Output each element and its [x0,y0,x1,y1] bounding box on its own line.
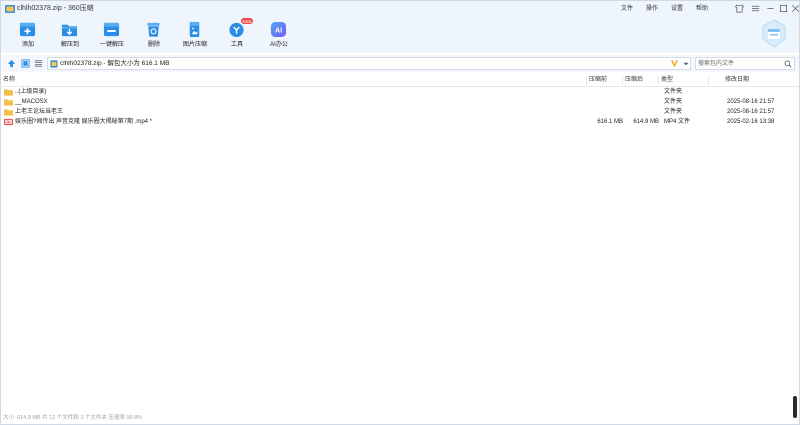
window-title: clhlh02378.zip - 360压缩 [17,5,94,12]
folder-icon [4,109,13,116]
maximize-icon[interactable] [779,4,788,13]
toolbar: 添加 解压到 一键解压 删除 图片压缩 New 工具 AI AI办公 [1,17,799,53]
up-arrow-icon[interactable] [7,59,16,68]
resize-handle[interactable] [793,396,797,418]
file-row-video[interactable]: 娱乐圈?闻传出 声音克隆 娱乐圈大揭秘第7期 .mp4 * 616.1 MB 6… [1,117,799,127]
archive-path-field[interactable]: clhlh02378.zip - 解包大小为 616.1 MB [47,57,691,70]
add-label: 添加 [21,42,34,48]
image-compress-button[interactable]: 图片压缩 [173,19,217,51]
detail-view-icon[interactable] [34,59,43,68]
close-icon[interactable] [791,4,800,13]
image-compress-icon [189,21,200,38]
menu-lines-icon[interactable] [751,4,760,13]
minimize-icon[interactable] [766,4,775,13]
one-click-extract-icon [103,22,120,37]
ai-office-button[interactable]: AI AI办公 [257,19,301,51]
file-type: 文件夹 [664,109,683,115]
file-row-parent[interactable]: ..(上级目录) 文件夹 [1,87,799,97]
file-name: 娱乐圈?闻传出 声音克隆 娱乐圈大揭秘第7期 .mp4 * [15,119,153,125]
column-name[interactable]: 名称 [3,76,15,85]
column-modified[interactable]: 修改日期 [725,76,749,85]
file-list-header: 名称 压缩前 压缩后 类型 修改日期 [1,75,799,87]
tools-button[interactable]: New 工具 [215,18,259,51]
column-divider [622,76,623,85]
column-size-before[interactable]: 压缩前 [589,76,607,85]
file-date: 2025-02-16 13:38 [727,119,775,125]
extract-to-label: 解压到 [60,42,79,48]
file-type: 文件夹 [664,89,683,95]
skin-icon[interactable] [735,4,744,13]
menu-file[interactable]: 文件 [621,4,633,14]
file-name: __MACOSX [15,99,48,105]
folder-icon [4,89,13,96]
360-compress-logo-icon [762,19,786,48]
one-click-extract-button[interactable]: 一键解压 [90,19,134,51]
extract-to-icon [61,24,78,37]
address-bar: clhlh02378.zip - 解包大小为 616.1 MB [1,55,799,72]
status-text: 大小: 614.9 MB 共 12 个文件和 3 个文件夹 压缩率 99.8% [3,415,143,421]
delete-button[interactable]: 删除 [132,19,176,51]
search-input[interactable] [697,58,783,69]
file-size-after: 614.9 MB [633,119,659,125]
title-bar: clhlh02378.zip - 360压缩 文件 操作 设置 帮助 [1,1,799,17]
file-date: 2025-08-16 21:57 [727,99,775,105]
chevron-down-icon[interactable] [682,60,690,68]
menu-settings[interactable]: 设置 [671,4,683,14]
file-type: MP4 文件 [664,119,691,125]
file-row-folder[interactable]: 上老王论坛当老王 文件夹 2025-08-16 21:57 [1,107,799,117]
menu-operation[interactable]: 操作 [646,4,658,14]
trash-icon [147,22,160,37]
one-click-extract-label: 一键解压 [99,42,124,48]
search-icon[interactable] [784,60,792,68]
archive-icon [50,60,58,68]
ai-office-icon: AI [270,21,287,38]
list-view-icon[interactable] [21,59,30,68]
new-badge: New [241,18,254,24]
tools-label: 工具 [230,42,243,48]
column-divider [708,76,709,85]
video-file-icon [4,118,13,126]
ai-office-label: AI办公 [270,42,288,48]
app-logo-icon [5,5,15,13]
archive-path: clhlh02378.zip - 解包大小为 616.1 MB [60,60,170,67]
svg-text:AI: AI [275,27,282,35]
column-type[interactable]: 类型 [661,76,673,85]
column-size-after[interactable]: 压缩后 [625,76,643,85]
menu-help[interactable]: 帮助 [696,4,708,14]
status-bar: 大小: 614.9 MB 共 12 个文件和 3 个文件夹 压缩率 99.8% [1,413,799,424]
file-type: 文件夹 [664,99,683,105]
extract-to-button[interactable]: 解压到 [48,19,92,51]
delete-label: 删除 [147,42,160,48]
file-size-before: 616.1 MB [597,119,623,125]
file-row-macosx[interactable]: __MACOSX 文件夹 2025-08-16 21:57 [1,97,799,107]
vip-v-icon[interactable] [670,59,679,68]
add-button[interactable]: 添加 [6,19,50,51]
column-divider [586,76,587,85]
add-icon [19,22,36,37]
column-divider [658,76,659,85]
search-box[interactable] [695,57,795,70]
image-compress-label: 图片压缩 [182,42,207,48]
file-name: ..(上级目录) [15,89,47,95]
file-date: 2025-08-16 21:57 [727,109,775,115]
folder-icon [4,99,13,106]
archive-window: clhlh02378.zip - 360压缩 文件 操作 设置 帮助 添加 解压… [0,0,800,425]
file-name: 上老王论坛当老王 [15,109,64,115]
